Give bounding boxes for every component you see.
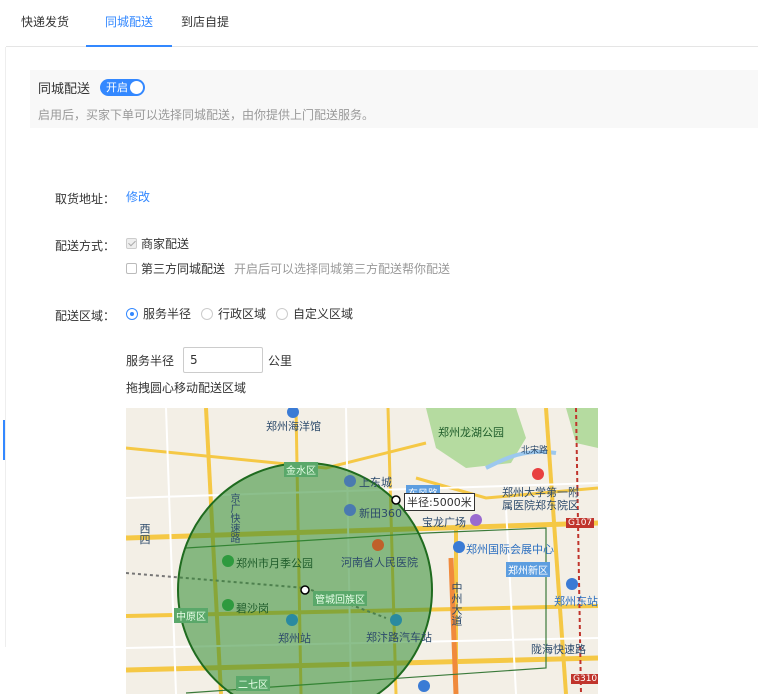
third-party-delivery-checkbox[interactable]: 第三方同城配送 开启后可以选择同城第三方配送帮你配送 [126,260,450,277]
radius-label: 服务半径 [126,354,175,368]
tab-local-delivery[interactable]: 同城配送 [86,0,172,47]
delivery-map[interactable]: 郑州海洋馆 郑州龙湖公园 北宋路 金水区 上东城 东风路 郑州大学第一附 属医院… [126,408,598,694]
map-label-baolong: 宝龙广场 [422,516,466,529]
checkbox-label: 第三方同城配送 [141,262,226,276]
map-label-bisha: 碧沙岗 [236,602,269,615]
radius-unit: 公里 [268,354,293,368]
map-label-jingguang: 京广快速路 [228,493,239,543]
map-label-guancheng: 管城回族区 [313,591,367,606]
map-label-zhongzhou: 中州大道 [450,582,463,626]
map-label-zhongyuan: 中原区 [174,608,208,623]
radio-dot [276,307,288,320]
enable-toggle[interactable]: 开启 [100,79,145,96]
radio-label: 行政区域 [218,307,267,321]
radio-dot [201,307,213,320]
map-label-hall: 郑州海洋馆 [266,420,321,433]
map-label-hospital1b: 属医院郑东院区 [502,499,579,512]
map-label-yuehu: 郑州市月季公园 [236,557,313,570]
delivery-method-label: 配送方式： [54,239,115,253]
radius-tag: 半径:5000米 [404,493,475,511]
map-label-longhai: 陇海快速路 [531,643,586,656]
map-label-expo: 郑州国际会展中心 [466,543,554,556]
third-party-hint: 开启后可以选择同城第三方配送帮你配送 [234,262,451,276]
map-label-xisi: 西四 [138,523,151,545]
radio-label: 服务半径 [143,307,192,321]
delivery-area-label: 配送区域： [54,309,115,323]
tab-express[interactable]: 快递发货 [21,0,69,47]
checkbox-box [126,263,137,274]
toggle-knob [130,81,143,94]
map-label-henan-hosp: 河南省人民医院 [341,556,418,569]
map-label-east-station: 郑州东站 [554,595,598,608]
map-label-bus-station: 郑汴路汽车站 [366,631,432,644]
radio-custom-region[interactable]: 自定义区域 [276,305,353,322]
circle-center-handle [300,585,310,595]
radio-admin-region[interactable]: 行政区域 [201,305,266,322]
panel-description: 启用后，买家下单可以选择同城配送，由你提供上门配送服务。 [38,108,375,122]
divider [5,47,6,647]
map-label-lake-park: 郑州龙湖公园 [438,426,504,439]
tab-store-pickup[interactable]: 到店自提 [181,0,229,47]
map-label-shangcheng: 上东城 [359,476,392,489]
panel-title: 同城配送 [38,82,91,97]
tab-bar: 快递发货 同城配送 到店自提 [6,0,758,47]
checkbox-box [126,238,137,249]
drag-hint: 拖拽圆心移动配送区域 [126,381,247,395]
map-label-g310: G310 [571,674,598,684]
radio-label: 自定义区域 [293,307,354,321]
checkbox-label: 商家配送 [141,237,190,251]
merchant-delivery-checkbox[interactable]: 商家配送 [126,235,189,252]
toggle-label: 开启 [106,81,128,94]
radio-dot [126,307,138,320]
map-label-zhengdong: 郑州新区 [506,562,550,577]
radio-service-radius[interactable]: 服务半径 [126,305,191,322]
map-label-xintian: 新田360 [359,507,402,520]
map-label-zz-station: 郑州站 [278,632,311,645]
local-delivery-panel: 同城配送 开启 启用后，买家下单可以选择同城配送，由你提供上门配送服务。 [30,70,758,128]
pickup-address-label: 取货地址： [54,192,115,206]
edit-address-link[interactable]: 修改 [126,188,150,205]
map-label-g107: G107 [566,518,595,528]
map-label-beizhu: 北宋路 [521,446,549,456]
map-label-erqi: 二七区 [236,676,270,691]
radius-edge-handle [391,495,401,505]
map-label-jinshui: 金水区 [284,462,318,477]
radius-input[interactable] [183,347,263,373]
scroll-indicator [3,420,5,460]
